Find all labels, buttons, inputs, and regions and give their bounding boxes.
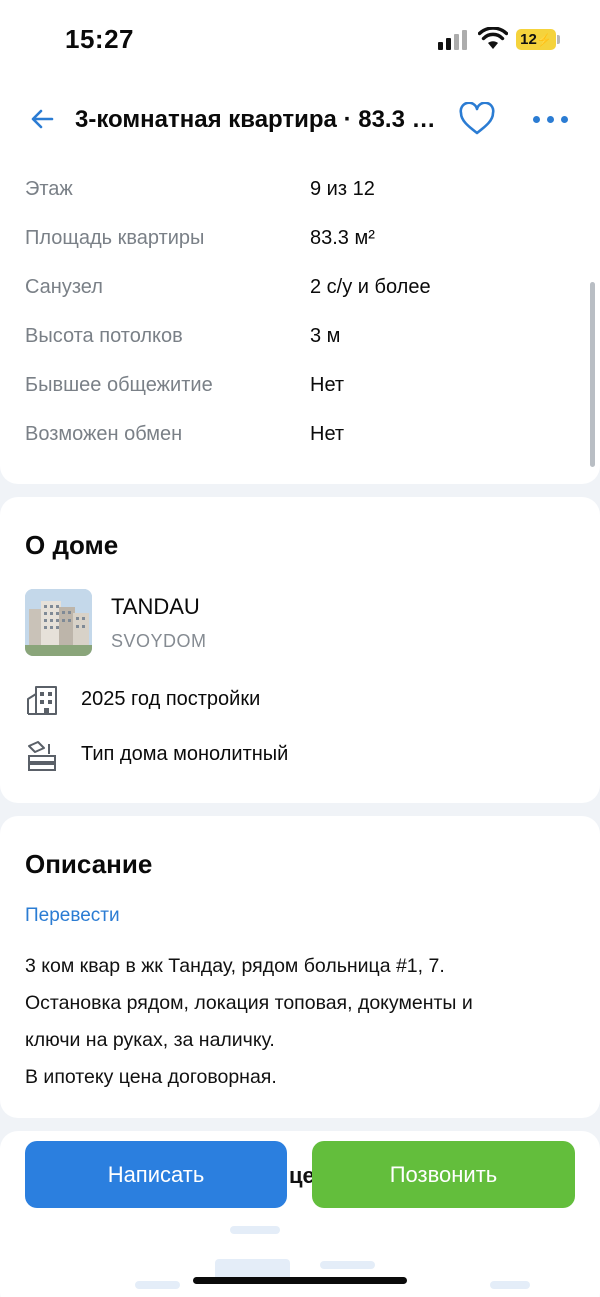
about-house-card: О доме TANDAU SVOYDOM 2025 год постройки… [0, 497, 600, 803]
building-icon [27, 686, 57, 715]
house-photo[interactable] [25, 589, 92, 656]
param-value: 9 из 12 [310, 178, 375, 200]
param-row-floor: Этаж 9 из 12 [25, 178, 585, 208]
description-line: ключи на руках, за наличку. [25, 1029, 275, 1051]
param-label: Бывшее общежитие [25, 374, 213, 396]
param-value: 3 м [310, 325, 341, 347]
house-feature-year: 2025 год постройки [81, 688, 261, 710]
house-name[interactable]: TANDAU [111, 594, 200, 620]
param-row-bathroom: Санузел 2 с/у и более [25, 276, 585, 306]
param-label: Этаж [25, 178, 73, 200]
description-line: В ипотеку цена договорная. [25, 1066, 277, 1088]
back-arrow-icon[interactable] [28, 107, 58, 131]
write-message-button[interactable]: Написать [25, 1141, 287, 1208]
param-label: Высота потолков [25, 325, 183, 347]
params-card: Этаж 9 из 12 Площадь квартиры 83.3 м² Са… [0, 150, 600, 484]
battery-icon: 12⚡ [516, 29, 556, 50]
call-button[interactable]: Позвонить [312, 1141, 575, 1208]
ghost-shape [230, 1226, 280, 1234]
battery-cap [557, 35, 560, 44]
section-title: Описание [25, 849, 153, 879]
param-row-area: Площадь квартиры 83.3 м² [25, 227, 585, 257]
ghost-shape [135, 1281, 180, 1289]
param-row-ceiling: Высота потолков 3 м [25, 325, 585, 355]
description-line: 3 ком квар в жк Тандау, рядом больница #… [25, 955, 445, 977]
description-card: Описание Перевести 3 ком квар в жк Танда… [0, 816, 600, 1118]
param-value: 83.3 м² [310, 227, 375, 249]
param-label: Санузел [25, 276, 103, 298]
more-options-icon[interactable] [533, 116, 569, 126]
ghost-shape [490, 1281, 530, 1289]
ghost-shape [320, 1261, 375, 1269]
param-row-exchange: Возможен обмен Нет [25, 423, 585, 453]
next-section-title: це [289, 1163, 315, 1188]
wifi-icon [478, 27, 508, 49]
description-line: Остановка рядом, локация топовая, докуме… [25, 992, 473, 1014]
developer-name[interactable]: SVOYDOM [111, 631, 207, 652]
param-label: Площадь квартиры [25, 227, 205, 249]
home-indicator[interactable] [193, 1277, 407, 1284]
scrollbar[interactable] [590, 282, 595, 467]
status-bar: 15:27 12⚡ [0, 0, 600, 80]
house-feature-type: Тип дома монолитный [81, 743, 289, 765]
param-value: Нет [310, 374, 345, 396]
translate-link[interactable]: Перевести [25, 905, 120, 927]
param-value: 2 с/у и более [310, 276, 431, 298]
section-title: О доме [25, 530, 119, 560]
house-type-icon [28, 741, 56, 771]
nav-bar: 3-комнатная квартира · 83.3 м² [0, 80, 600, 158]
page-title: 3-комнатная квартира · 83.3 м² [75, 106, 437, 133]
battery-level: 12 [520, 31, 537, 48]
cellular-signal-icon [438, 30, 468, 50]
status-time: 15:27 [65, 24, 134, 54]
param-row-dormitory: Бывшее общежитие Нет [25, 374, 585, 404]
favorite-heart-icon[interactable] [459, 102, 495, 136]
param-value: Нет [310, 423, 345, 445]
param-label: Возможен обмен [25, 423, 183, 445]
